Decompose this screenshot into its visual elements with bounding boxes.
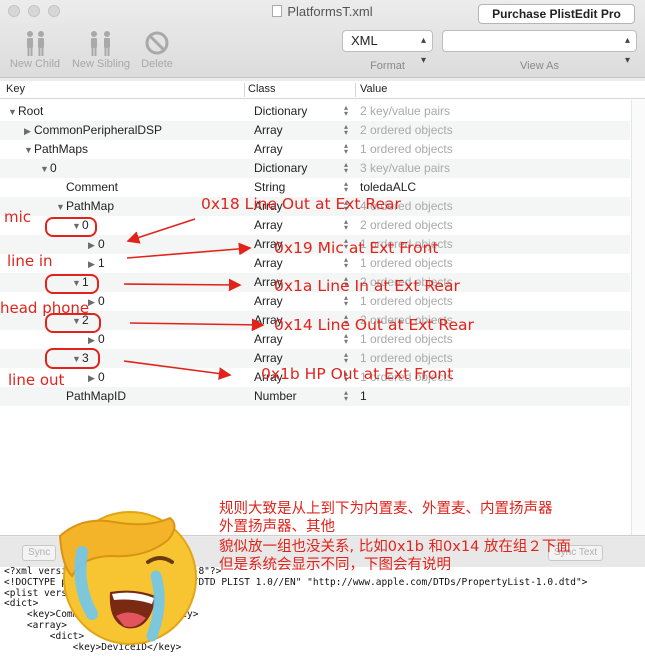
disclosure-expanded-icon[interactable]: ▼: [24, 145, 34, 155]
class-cell[interactable]: Array: [254, 351, 283, 365]
value-cell[interactable]: 1 ordered objects: [360, 332, 453, 346]
line-out-group-highlight: [45, 348, 100, 369]
table-row[interactable]: ▼0 Dictionary ▴ ▾ 3 key/value pairs: [0, 159, 630, 178]
class-cell[interactable]: Number: [254, 389, 297, 403]
value-cell[interactable]: 1 ordered objects: [360, 294, 453, 308]
document-icon: [272, 5, 283, 17]
label-line-in: line in: [7, 252, 53, 270]
updown-chevron-icon[interactable]: ▴ ▾: [344, 104, 348, 118]
annotation-0x18: 0x18 Line Out at Ext Rear: [201, 195, 401, 213]
updown-chevron-icon[interactable]: ▴ ▾: [344, 256, 348, 270]
key-cell: ▶ 1: [88, 256, 105, 270]
format-caption: Format: [370, 60, 405, 72]
mic-group-highlight: [45, 217, 97, 237]
disclosure-expanded-icon[interactable]: ▼: [40, 164, 50, 174]
key-cell: ▶ 0: [88, 237, 105, 251]
table-row[interactable]: PathMapID Number ▴ ▾ 1: [0, 387, 630, 406]
class-cell[interactable]: Array: [254, 256, 283, 270]
view-as-caption: View As: [520, 60, 559, 72]
table-row[interactable]: ▼Root Dictionary ▴ ▾ 2 key/value pairs: [0, 102, 630, 121]
label-line-out: line out: [8, 371, 65, 389]
disclosure-collapsed-icon[interactable]: ▶: [88, 373, 98, 384]
class-cell[interactable]: Array: [254, 294, 283, 308]
disclosure-expanded-icon[interactable]: ▼: [8, 107, 18, 117]
class-cell[interactable]: Dictionary: [254, 104, 307, 118]
disclosure-expanded-icon[interactable]: ▼: [56, 202, 66, 212]
table-row[interactable]: ▶ CommonPeripheralDSP Array ▴ ▾ 2 ordered obj…: [0, 121, 630, 140]
new-sibling-button[interactable]: New Sibling: [68, 28, 134, 70]
annotation-0x14: 0x14 Line Out at Ext Rear: [274, 316, 474, 334]
line-in-group-highlight: [45, 274, 99, 294]
delete-button[interactable]: Delete: [136, 28, 178, 70]
note-line-2: 外置扬声器、其他: [219, 519, 335, 535]
value-cell[interactable]: 2 ordered objects: [360, 218, 453, 232]
updown-chevron-icon[interactable]: ▴ ▾: [344, 294, 348, 308]
table-header: Key Class Value: [0, 81, 645, 99]
value-cell[interactable]: 1 ordered objects: [360, 351, 453, 365]
updown-chevron-icon[interactable]: ▴ ▾: [344, 389, 348, 403]
key-cell: ▶ 0: [88, 294, 105, 308]
value-cell[interactable]: toledaALC: [360, 180, 416, 194]
value-cell[interactable]: 2 key/value pairs: [360, 104, 450, 118]
new-sibling-icon: [68, 28, 134, 58]
key-cell: Comment: [66, 180, 119, 194]
key-cell: ▼Root: [8, 104, 44, 118]
plist-outline-view[interactable]: Key Class Value ▼Root Dictionary ▴ ▾ 2 key/v…: [0, 81, 645, 536]
note-line-4: 但是系统会显示不同，下图会有说明: [219, 557, 451, 573]
key-cell: ▼PathMaps: [24, 142, 89, 156]
new-child-icon: [6, 28, 64, 58]
class-cell[interactable]: Array: [254, 218, 283, 232]
annotation-0x19: 0x19 Mic at Ext Front: [274, 239, 439, 257]
class-cell[interactable]: Dictionary: [254, 161, 307, 175]
key-cell: ▼0: [40, 161, 57, 175]
class-cell[interactable]: Array: [254, 142, 283, 156]
new-child-button[interactable]: New Child: [6, 28, 64, 70]
key-cell: ▶ CommonPeripheralDSP: [24, 123, 163, 137]
view-as-select[interactable]: ▴ ▾: [442, 30, 637, 66]
disclosure-collapsed-icon[interactable]: ▶: [88, 335, 98, 346]
table-row[interactable]: ▼PathMaps Array ▴ ▾ 1 ordered objects: [0, 140, 630, 159]
value-cell[interactable]: 3 key/value pairs: [360, 161, 450, 175]
annotation-0x1a: 0x1a Line In at Ext Rear: [274, 277, 460, 295]
key-cell: ▶ 0: [88, 332, 105, 346]
format-select[interactable]: XML ▴ ▾: [342, 30, 433, 66]
updown-chevron-icon[interactable]: ▴ ▾: [344, 332, 348, 346]
value-cell[interactable]: 1 ordered objects: [360, 256, 453, 270]
facepalm-laughing-emoji-icon: [52, 496, 202, 658]
class-cell[interactable]: Array: [254, 123, 283, 137]
disclosure-collapsed-icon[interactable]: ▶: [88, 297, 98, 308]
class-cell[interactable]: String: [254, 180, 285, 194]
vertical-scrollbar[interactable]: [631, 100, 645, 535]
value-cell[interactable]: 2 ordered objects: [360, 123, 453, 137]
updown-chevron-icon[interactable]: ▴ ▾: [344, 218, 348, 232]
updown-chevron-icon[interactable]: ▴ ▾: [344, 180, 348, 194]
disclosure-collapsed-icon[interactable]: ▶: [24, 126, 34, 137]
value-cell[interactable]: 1: [360, 389, 367, 403]
key-cell: ▶ 0: [88, 370, 105, 384]
class-column-header[interactable]: Class: [248, 83, 276, 95]
annotation-0x1b: 0x1b HP Out at Ext Front: [261, 365, 454, 383]
value-column-header[interactable]: Value: [360, 83, 387, 95]
updown-chevron-icon[interactable]: ▴ ▾: [344, 161, 348, 175]
key-column-header[interactable]: Key: [6, 83, 25, 95]
label-mic: mic: [4, 208, 32, 226]
label-head-phone: head phone: [0, 299, 90, 317]
key-cell: ▼PathMap: [56, 199, 115, 213]
updown-chevron-icon[interactable]: ▴ ▾: [344, 123, 348, 137]
updown-chevron-icon[interactable]: ▴ ▾: [344, 142, 348, 156]
delete-icon: [136, 28, 178, 58]
key-cell: PathMapID: [66, 389, 127, 403]
title-bar: PlatformsT.xml Purchase PlistEdit Pro Ne…: [0, 0, 645, 78]
disclosure-collapsed-icon[interactable]: ▶: [88, 240, 98, 251]
class-cell[interactable]: Array: [254, 332, 283, 346]
value-cell[interactable]: 1 ordered objects: [360, 142, 453, 156]
purchase-button[interactable]: Purchase PlistEdit Pro: [478, 4, 635, 24]
disclosure-collapsed-icon[interactable]: ▶: [88, 259, 98, 270]
updown-chevron-icon[interactable]: ▴ ▾: [344, 351, 348, 365]
